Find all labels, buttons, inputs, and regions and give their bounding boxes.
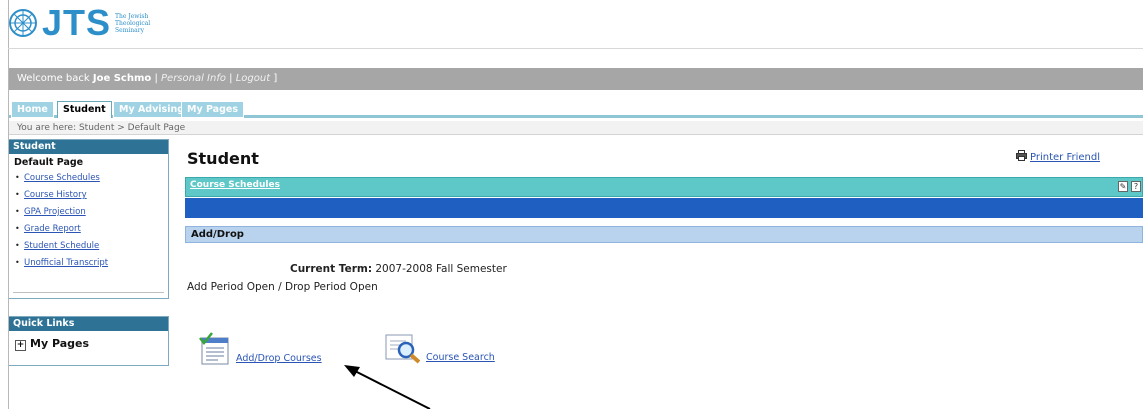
- current-term-value: 2007-2008 Fall Semester: [372, 263, 507, 275]
- logo-text: JTS: [42, 2, 112, 43]
- bullet-icon: •: [15, 241, 20, 250]
- welcome-bar: Welcome back Joe Schmo | Personal Info |…: [9, 68, 1143, 90]
- add-drop-courses-icon: [199, 332, 229, 365]
- add-drop-courses-link[interactable]: Add/Drop Courses: [236, 353, 322, 364]
- add-drop-courses-action[interactable]: Add/Drop Courses: [198, 332, 322, 366]
- sidebar-item-unofficial-transcript: • Unofficial Transcript: [15, 255, 168, 272]
- course-search-link[interactable]: Course Search: [426, 352, 495, 363]
- tab-my-pages[interactable]: My Pages: [181, 101, 244, 118]
- portlet-band: [185, 198, 1143, 218]
- sidebar-list: • Course Schedules • Course History • GPA P…: [9, 170, 168, 272]
- help-icon[interactable]: ?: [1131, 181, 1141, 192]
- printer-icon: [1016, 150, 1027, 161]
- sidebar-item-gpa-projection: • GPA Projection: [15, 204, 168, 221]
- page-title: Student: [187, 149, 259, 168]
- tab-home[interactable]: Home: [11, 101, 54, 118]
- bullet-icon: •: [15, 173, 20, 182]
- section-header: Add/Drop: [185, 226, 1143, 243]
- header-divider: [8, 48, 1143, 49]
- bullet-icon: •: [15, 258, 20, 267]
- current-term-label: Current Term:: [290, 263, 373, 275]
- welcome-separator: ]: [270, 73, 278, 84]
- sidebar-link[interactable]: GPA Projection: [24, 207, 86, 217]
- portlet-header: Course Schedules ✎ ?: [185, 177, 1143, 197]
- sidebar-link[interactable]: Course History: [24, 190, 87, 200]
- quick-link-label: My Pages: [30, 337, 90, 350]
- sidebar-title: Student: [9, 140, 168, 154]
- quick-link-my-pages[interactable]: + My Pages: [9, 331, 168, 357]
- breadcrumb: You are here: Student > Default Page: [9, 121, 1143, 135]
- sidebar: Student Default Page • Course Schedules •…: [9, 139, 169, 299]
- portlet-tools: ✎ ?: [1118, 181, 1141, 192]
- tab-my-advising[interactable]: My Advising: [113, 101, 191, 118]
- sidebar-link[interactable]: Unofficial Transcript: [24, 258, 108, 268]
- bullet-icon: •: [15, 224, 20, 233]
- jts-logo[interactable]: JTS The Jewish Theological Seminary: [8, 2, 161, 43]
- expand-icon[interactable]: +: [15, 340, 26, 351]
- sidebar-link[interactable]: Student Schedule: [24, 241, 99, 251]
- welcome-separator: |: [151, 73, 162, 84]
- bullet-icon: •: [15, 207, 20, 216]
- user-name: Joe Schmo: [92, 73, 152, 84]
- printer-friendly-link[interactable]: Printer Friendl: [1030, 152, 1100, 163]
- course-search-action[interactable]: Course Search: [384, 333, 495, 365]
- personal-info-link[interactable]: Personal Info: [161, 73, 226, 84]
- sidebar-item-student-schedule: • Student Schedule: [15, 238, 168, 255]
- sidebar-divider: [13, 292, 164, 293]
- period-status: Add Period Open / Drop Period Open: [187, 281, 378, 293]
- portlet-title-link[interactable]: Course Schedules: [190, 180, 280, 190]
- welcome-separator: |: [226, 73, 236, 84]
- quick-links-title: Quick Links: [9, 317, 168, 331]
- edit-icon[interactable]: ✎: [1118, 181, 1128, 192]
- printer-friendly[interactable]: Printer Friendl: [1016, 150, 1100, 163]
- logout-link[interactable]: Logout: [236, 73, 270, 84]
- sidebar-item-course-schedules: • Course Schedules: [15, 170, 168, 187]
- welcome-prefix: Welcome back: [17, 73, 93, 84]
- quick-links-panel: Quick Links + My Pages: [9, 316, 169, 366]
- sidebar-link[interactable]: Course Schedules: [24, 173, 100, 183]
- logo-icon: [9, 9, 37, 37]
- tab-student[interactable]: Student: [57, 101, 112, 118]
- sidebar-item-course-history: • Course History: [15, 187, 168, 204]
- sidebar-link[interactable]: Grade Report: [24, 224, 81, 234]
- tab-bar: Home Student My Advising My Pages: [9, 100, 1143, 118]
- magnifier-icon: [385, 334, 421, 364]
- sidebar-item-grade-report: • Grade Report: [15, 221, 168, 238]
- bullet-icon: •: [15, 190, 20, 199]
- sidebar-subtitle: Default Page: [14, 157, 84, 168]
- current-term: Current Term: 2007-2008 Fall Semester: [290, 263, 507, 275]
- logo-subtitle: The Jewish Theological Seminary: [115, 12, 151, 34]
